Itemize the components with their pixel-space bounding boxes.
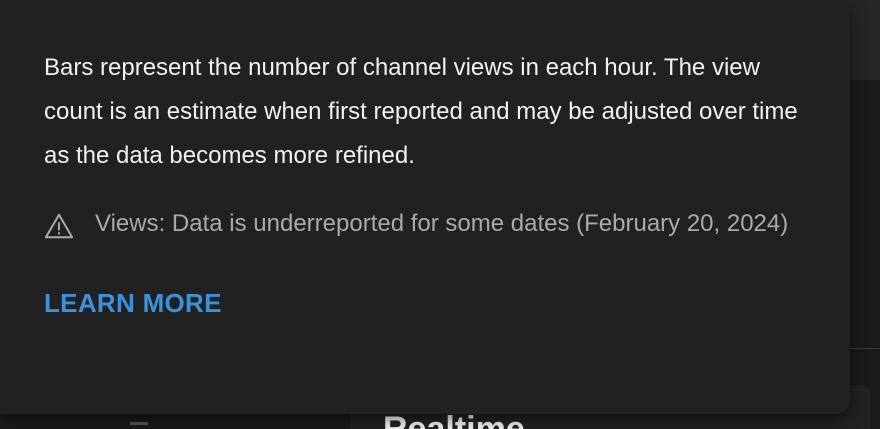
warning-text: Views: Data is underreported for some da… xyxy=(95,210,789,237)
learn-more-link[interactable]: LEARN MORE xyxy=(44,288,222,319)
warning-triangle-icon xyxy=(44,213,74,239)
background-divider xyxy=(848,348,880,349)
app-stage: Realtime Bars represent the number of ch… xyxy=(0,0,880,429)
warning-row: Views: Data is underreported for some da… xyxy=(44,203,820,245)
background-element xyxy=(130,422,148,425)
info-tooltip: Bars represent the number of channel vie… xyxy=(0,0,850,414)
tooltip-description: Bars represent the number of channel vie… xyxy=(44,54,798,169)
